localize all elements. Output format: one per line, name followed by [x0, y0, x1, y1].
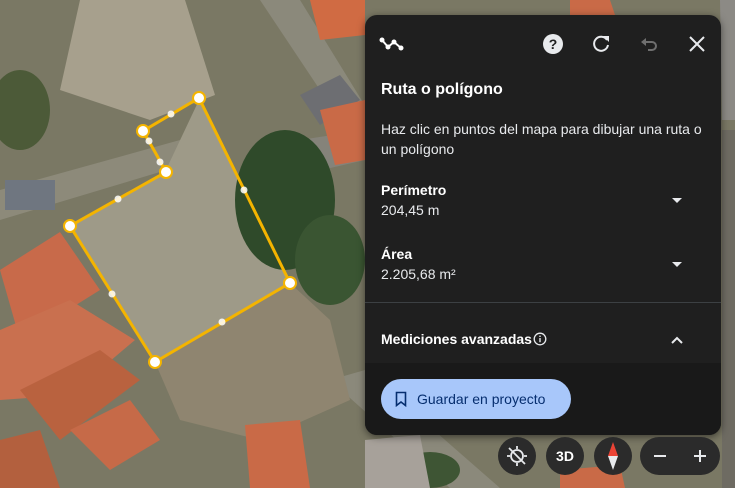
polygon-midpoint[interactable] [156, 158, 164, 166]
area-unit-dropdown[interactable] [669, 256, 685, 272]
area-label: Área [381, 246, 413, 262]
advanced-measurements-toggle[interactable]: Mediciones avanzadas [365, 303, 721, 363]
polygon-midpoint[interactable] [114, 195, 122, 203]
polygon-vertex[interactable] [283, 276, 297, 290]
trees [295, 215, 365, 305]
panel-footer: Guardar en proyecto [365, 363, 721, 435]
polygon-midpoint[interactable] [167, 110, 175, 118]
polygon-midpoint[interactable] [145, 137, 153, 145]
undo-icon[interactable] [636, 31, 662, 57]
area-value: 2.205,68 m² [381, 266, 456, 282]
zoom-out-icon [654, 455, 666, 457]
roof [722, 130, 735, 488]
3d-toggle-button[interactable]: 3D [546, 437, 584, 475]
roof [5, 180, 55, 210]
measure-panel: ? Ruta o polígono Haz clic en puntos del… [365, 15, 721, 435]
measure-icon [379, 31, 405, 57]
polygon-vertex[interactable] [63, 219, 77, 233]
polygon-midpoint[interactable] [240, 186, 248, 194]
roof [245, 420, 310, 488]
compass-icon [608, 442, 618, 470]
polygon-vertex[interactable] [148, 355, 162, 369]
zoom-in-icon [694, 450, 706, 462]
polygon-vertex[interactable] [192, 91, 206, 105]
panel-description: Haz clic en puntos del mapa para dibujar… [381, 121, 702, 157]
polygon-vertex[interactable] [136, 124, 150, 138]
roof [720, 0, 735, 120]
roof [570, 0, 615, 15]
chevron-up-icon[interactable] [669, 332, 685, 353]
save-to-project-button[interactable]: Guardar en proyecto [381, 379, 571, 419]
svg-text:?: ? [549, 36, 558, 52]
info-icon[interactable] [533, 332, 547, 351]
zoom-in-button[interactable] [680, 437, 720, 475]
save-to-project-label: Guardar en proyecto [417, 391, 546, 407]
zoom-out-button[interactable] [640, 437, 680, 475]
3d-label: 3D [556, 448, 574, 464]
close-icon[interactable] [684, 31, 710, 57]
panel-title: Ruta o polígono [381, 81, 503, 98]
compass-button[interactable] [594, 437, 632, 475]
polygon-vertex[interactable] [159, 165, 173, 179]
refresh-icon[interactable] [588, 31, 614, 57]
perimeter-label: Perímetro [381, 182, 447, 198]
bookmark-icon [395, 391, 407, 407]
zoom-controls [640, 437, 720, 475]
roof [365, 435, 430, 488]
location-off-button[interactable] [498, 437, 536, 475]
help-icon[interactable]: ? [540, 31, 566, 57]
polygon-midpoint[interactable] [108, 290, 116, 298]
perimeter-value: 204,45 m [381, 202, 440, 218]
location-off-icon [507, 446, 527, 466]
polygon-midpoint[interactable] [218, 318, 226, 326]
advanced-measurements-label: Mediciones avanzadas [381, 331, 532, 347]
perimeter-unit-dropdown[interactable] [669, 192, 685, 208]
